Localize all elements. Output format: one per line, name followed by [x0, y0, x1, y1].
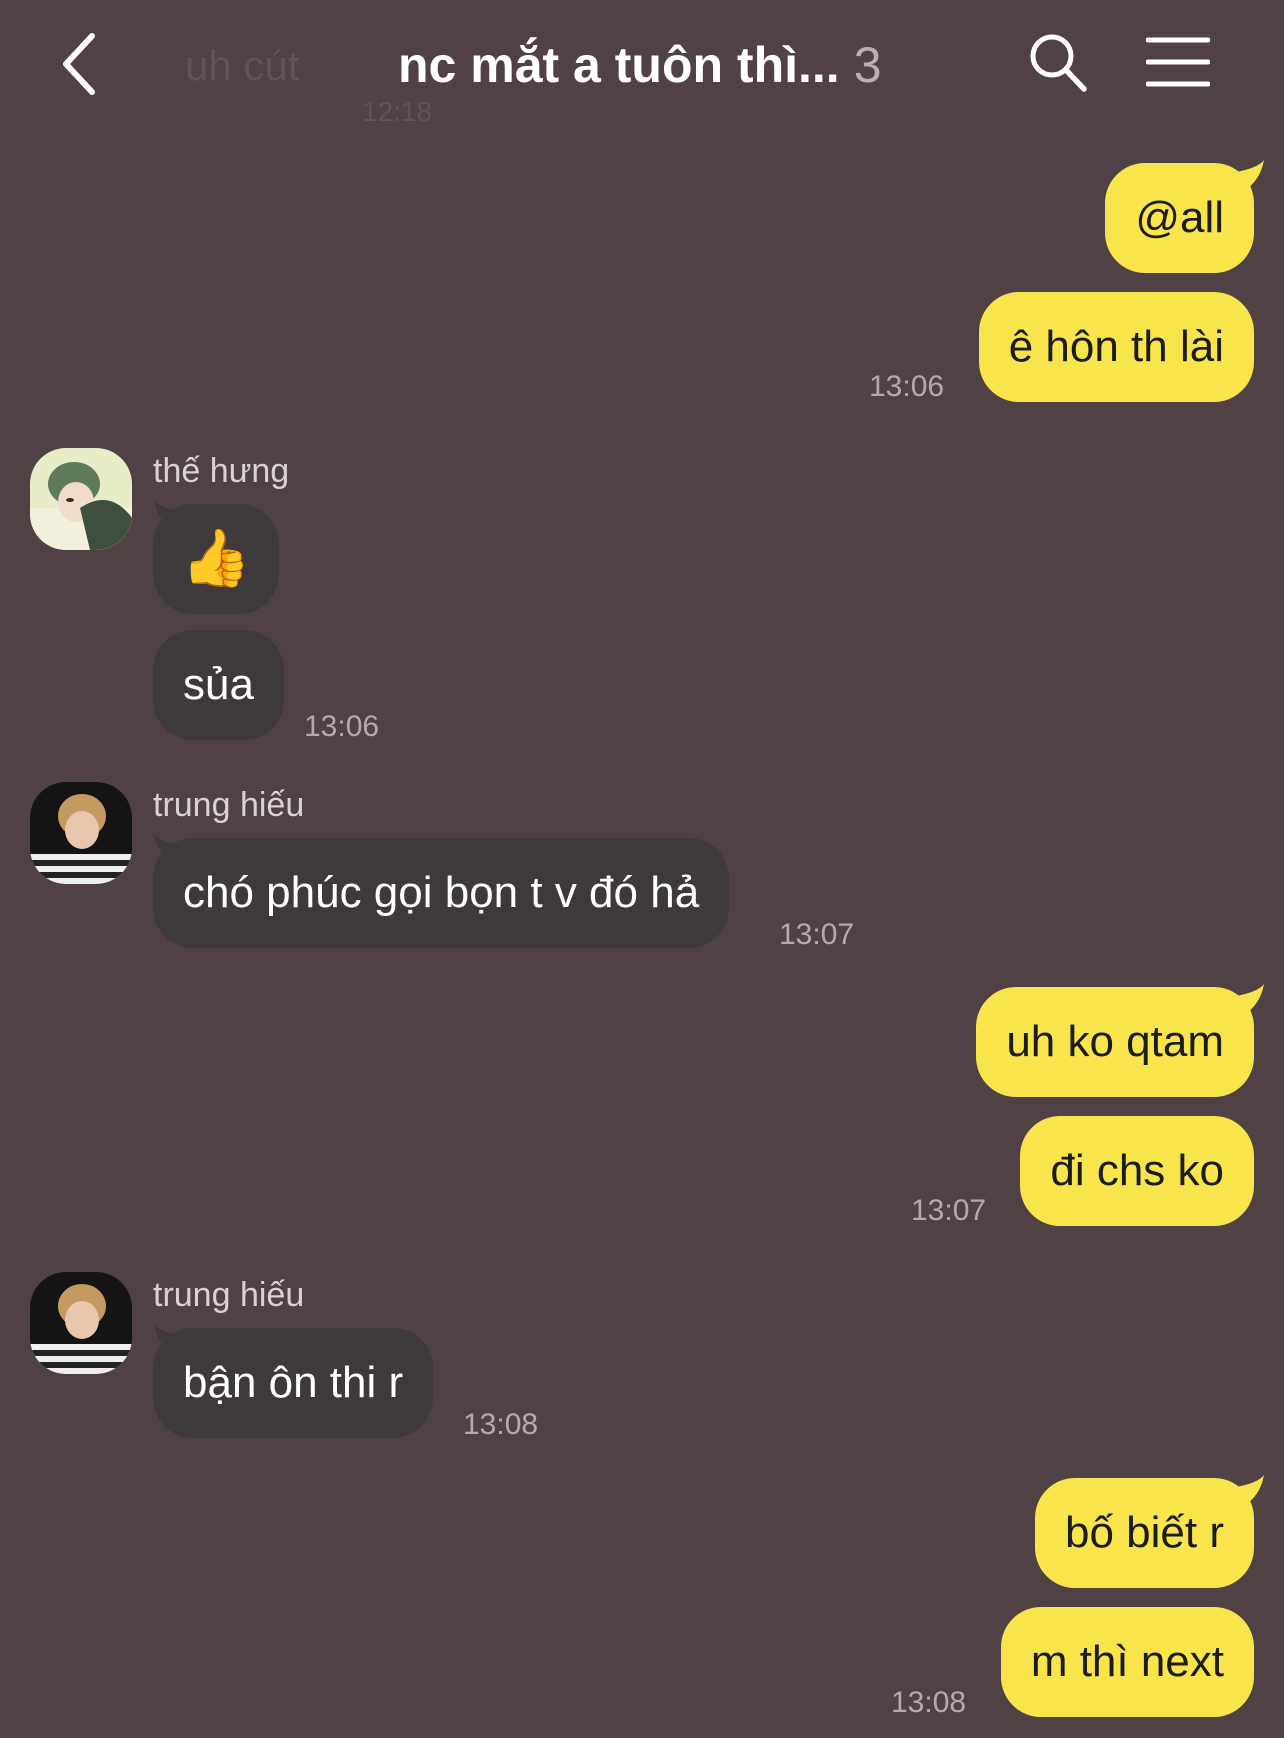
message-text: m thì next	[1030, 1637, 1224, 1686]
message-timestamp: 13:06	[869, 370, 945, 403]
avatar-trung-hieu[interactable]	[30, 782, 132, 884]
bubble-tail	[1236, 160, 1264, 192]
avatar-image	[30, 782, 132, 884]
member-count: 3	[853, 37, 882, 93]
message-text: @all	[1135, 193, 1224, 242]
message-text: bố biết r	[1065, 1508, 1224, 1557]
message-bubble-outgoing[interactable]: uh ko qtam	[976, 987, 1254, 1097]
avatar-image	[30, 448, 132, 550]
message-text: uh ko qtam	[1006, 1017, 1224, 1066]
chat-header: uh cút 12:18 nc mắt a tuôn thì... 3	[0, 0, 1284, 140]
message-timestamp: 13:06	[304, 710, 380, 743]
message-text: đi chs ko	[1050, 1146, 1224, 1195]
bubble-tail	[1236, 1475, 1264, 1507]
avatar-the-hung[interactable]	[30, 448, 132, 550]
message-text: chó phúc gọi bọn t v đó hả	[183, 868, 700, 917]
message-bubble-incoming[interactable]: chó phúc gọi bọn t v đó hả	[153, 838, 730, 948]
sender-name: trung hiếu	[153, 786, 305, 824]
bubble-tail	[1236, 984, 1264, 1016]
avatar-trung-hieu[interactable]	[30, 1272, 132, 1374]
hamburger-menu-icon	[1145, 37, 1211, 87]
message-timestamp: 13:07	[779, 918, 855, 951]
faded-message-preview: uh cút	[185, 42, 300, 89]
search-button[interactable]	[1028, 32, 1088, 94]
sender-name: trung hiếu	[153, 1276, 305, 1314]
message-timestamp: 13:08	[891, 1686, 967, 1719]
message-bubble-outgoing[interactable]: m thì next	[1000, 1607, 1254, 1717]
avatar-image	[30, 1272, 132, 1374]
faded-message-time: 12:18	[362, 96, 433, 127]
message-bubble-incoming[interactable]: 👍	[153, 504, 279, 614]
chat-title-area[interactable]: nc mắt a tuôn thì... 3	[398, 36, 882, 94]
message-bubble-outgoing[interactable]: bố biết r	[1035, 1478, 1254, 1588]
search-icon	[1030, 34, 1087, 92]
message-text: sủa	[183, 660, 254, 709]
menu-button[interactable]	[1145, 34, 1211, 90]
thumbs-up-emoji: 👍	[181, 526, 251, 591]
message-bubble-incoming[interactable]: sủa	[153, 630, 284, 740]
message-text: bận ôn thi r	[183, 1358, 404, 1407]
chat-title: nc mắt a tuôn thì...	[398, 37, 840, 93]
sender-name: thế hưng	[153, 452, 290, 490]
message-text: ê hôn th lài	[1008, 322, 1224, 371]
message-bubble-outgoing[interactable]: @all	[1105, 163, 1254, 273]
message-bubble-outgoing[interactable]: đi chs ko	[1020, 1116, 1254, 1226]
message-bubble-incoming[interactable]: bận ôn thi r	[153, 1328, 434, 1438]
message-timestamp: 13:08	[463, 1408, 539, 1441]
message-timestamp: 13:07	[911, 1194, 987, 1227]
back-button[interactable]	[58, 30, 118, 98]
message-bubble-outgoing[interactable]: ê hôn th lài	[978, 292, 1254, 402]
chevron-left-icon	[63, 33, 95, 95]
